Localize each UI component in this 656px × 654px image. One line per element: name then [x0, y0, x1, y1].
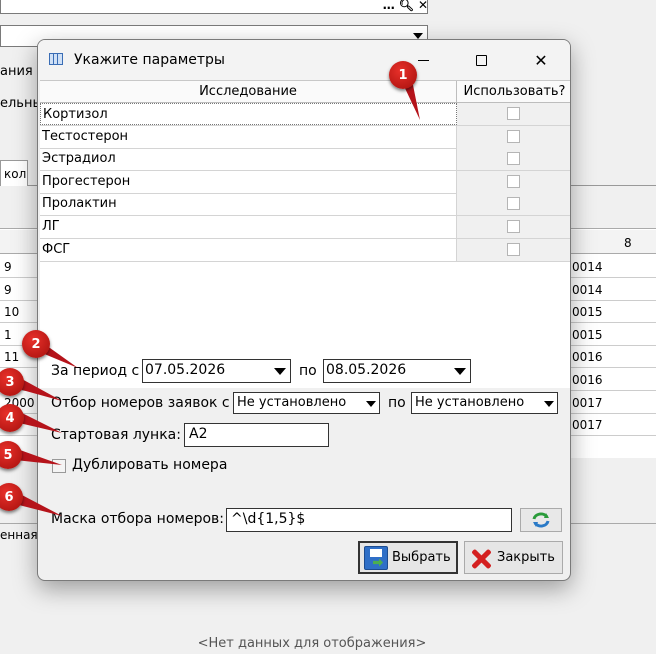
bg-cell-left: 9 [4, 260, 12, 274]
search-icon[interactable]: 🔍︎ [399, 0, 414, 12]
table-row[interactable]: Тестостерон [40, 125, 570, 149]
use-cell [457, 148, 570, 171]
table-row[interactable]: Прогестерон [40, 170, 570, 194]
maximize-icon [475, 54, 487, 66]
bg-toolbar: … 🔍︎ ✕ [362, 0, 428, 12]
close-button-label: Закрыть [497, 550, 555, 565]
bg-cell-right: 0015 [572, 327, 603, 342]
bg-cell-right: 0017 [572, 395, 603, 410]
close-icon [469, 546, 493, 570]
bg-cell-right: 0016 [572, 373, 603, 387]
use-cell [457, 170, 570, 193]
save-icon [364, 545, 388, 570]
duplicate-label: Дублировать номера [72, 457, 228, 473]
minimize-icon [417, 59, 429, 61]
use-checkbox[interactable] [507, 220, 520, 233]
period-to-date[interactable]: 08.05.2026 [323, 359, 471, 383]
period-to-label: по [299, 363, 317, 379]
mask-label: Маска отбора номеров: [51, 511, 224, 527]
table-row[interactable]: Кортизол [40, 103, 570, 126]
use-checkbox[interactable] [507, 152, 520, 166]
select-button[interactable]: Выбрать [358, 541, 458, 574]
select-button-label: Выбрать [392, 550, 451, 565]
bg-label-1: ания [0, 64, 33, 79]
period-to-value: 08.05.2026 [326, 362, 407, 378]
maximize-button[interactable] [458, 40, 504, 80]
close-icon: ✕ [534, 50, 548, 70]
test-name: Прогестерон [40, 170, 457, 193]
duplicate-checkbox[interactable] [52, 459, 66, 473]
table-row[interactable]: ЛГ [40, 216, 570, 239]
chevron-down-icon[interactable] [454, 368, 466, 375]
table-row[interactable]: Эстрадиол [40, 148, 570, 172]
bg-tab[interactable]: кол [0, 160, 28, 186]
table-header: Исследование Использовать? [40, 81, 570, 103]
table-row[interactable]: ФСГ [40, 238, 570, 262]
dialog-title: Укажите параметры [74, 52, 225, 68]
orders-label: Отбор номеров заявок с [51, 395, 230, 411]
bg-cell-right: 0017 [572, 418, 603, 433]
chevron-down-icon[interactable] [274, 368, 286, 375]
annotation-badge-2: 2 [22, 330, 50, 358]
use-cell [457, 216, 570, 238]
parameters-dialog: Укажите параметры ✕ Исследование Использ… [37, 39, 571, 581]
use-checkbox[interactable] [507, 197, 520, 211]
annotation-badge-6: 6 [0, 483, 23, 511]
refresh-button[interactable] [520, 508, 562, 532]
table-row[interactable]: Пролактин [40, 193, 570, 217]
use-checkbox[interactable] [507, 242, 520, 256]
use-cell [457, 238, 570, 261]
orders-to-select[interactable]: Не установлено [411, 392, 558, 414]
orders-from-select[interactable]: Не установлено [233, 392, 380, 414]
bg-status-text: енная [0, 528, 38, 542]
bg-cell-right: 0015 [572, 305, 603, 320]
test-name: Пролактин [40, 193, 457, 216]
mask-input[interactable]: ^\d{1,5}$ [226, 508, 512, 532]
close-dialog-button[interactable]: Закрыть [464, 541, 563, 574]
test-name: Тестостерон [40, 125, 457, 148]
tests-table: Исследование Использовать? Кортизол Тесто… [40, 80, 570, 388]
period-from-value: 07.05.2026 [145, 362, 226, 378]
empty-message: <Нет данных для отображения> [197, 636, 427, 651]
test-name: Кортизол [40, 103, 457, 125]
orders-to-value: Не установлено [415, 395, 525, 410]
column-header-use[interactable]: Использовать? [457, 81, 570, 103]
use-cell [457, 125, 570, 148]
annotation-badge-1: 1 [389, 61, 417, 89]
orders-to-label: по [388, 395, 406, 411]
test-name: Эстрадиол [40, 148, 457, 171]
test-name: ФСГ [40, 238, 457, 261]
bg-cell-left: 10 [4, 305, 20, 320]
bg-cell-right: 0014 [572, 260, 603, 274]
close-button[interactable]: ✕ [518, 40, 564, 80]
chevron-down-icon[interactable] [366, 401, 376, 407]
test-name: ЛГ [40, 216, 457, 238]
orders-from-value: Не установлено [237, 395, 347, 410]
refresh-icon [532, 512, 550, 528]
use-cell [457, 103, 570, 125]
chevron-down-icon[interactable] [544, 401, 554, 407]
use-checkbox[interactable] [507, 107, 520, 120]
period-from-date[interactable]: 07.05.2026 [142, 359, 291, 383]
period-label: За период с [51, 363, 140, 379]
bg-cell-right: 0014 [572, 282, 603, 297]
use-checkbox[interactable] [507, 129, 520, 143]
bg-cell-left: 1 [4, 327, 12, 342]
start-well-input[interactable]: A2 [184, 423, 329, 447]
dialog-titlebar[interactable]: Укажите параметры ✕ [38, 40, 570, 80]
annotation-badge-5: 5 [0, 441, 22, 469]
bg-cell-left: 9 [4, 282, 12, 297]
bg-cell-right: 0016 [572, 350, 603, 365]
bg-grid-col-header: 8 [624, 236, 632, 250]
bg-cell-left: 11 [4, 350, 20, 365]
use-cell [457, 193, 570, 216]
start-well-label: Стартовая лунка: [51, 427, 181, 443]
more-icon[interactable]: … [383, 0, 395, 12]
use-checkbox[interactable] [507, 174, 520, 188]
table-icon [49, 53, 63, 65]
close-icon[interactable]: ✕ [418, 0, 428, 12]
